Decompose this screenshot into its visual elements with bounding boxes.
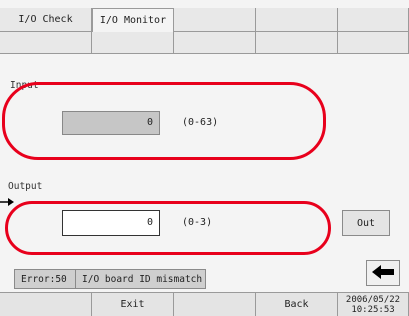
empty-tab-slot [174, 8, 256, 32]
tab-io-check-label: I/O Check [18, 14, 73, 25]
tab-io-monitor[interactable]: I/O Monitor [92, 8, 174, 32]
out-button[interactable]: Out [342, 210, 390, 236]
exit-button[interactable]: Exit [92, 292, 174, 316]
error-code-text: Error:50 [21, 273, 67, 285]
output-range-text: (0-3) [182, 217, 213, 228]
empty-tab-slot [256, 8, 338, 32]
output-section-label: Output [8, 181, 43, 192]
time-text: 10:25:53 [351, 304, 395, 315]
empty-grid-cell [338, 32, 409, 54]
tab-io-monitor-label: I/O Monitor [99, 15, 167, 26]
output-highlight-ellipse [5, 201, 331, 255]
input-highlight-ellipse [2, 82, 326, 160]
datetime-display: 2006/05/22 10:25:53 [338, 292, 409, 316]
output-value-input[interactable]: 0 [62, 210, 160, 236]
footer-empty-cell [174, 292, 256, 316]
input-value-display: 0 [62, 111, 160, 135]
input-section-label: Input [10, 80, 39, 91]
back-button[interactable]: Back [256, 292, 338, 316]
date-text: 2006/05/22 [345, 294, 401, 305]
empty-tab-slot [338, 8, 409, 32]
empty-grid-cell [92, 32, 174, 54]
left-arrow-icon [372, 264, 394, 282]
footer-empty-cell [0, 292, 92, 316]
error-message-box: I/O board ID mismatch [76, 269, 206, 289]
error-message-text: I/O board ID mismatch [82, 273, 203, 285]
back-arrow-button[interactable] [366, 260, 400, 286]
error-code-badge: Error:50 [14, 269, 76, 289]
tab-io-check[interactable]: I/O Check [0, 8, 92, 32]
empty-grid-cell [174, 32, 256, 54]
pointer-arrow [0, 196, 14, 208]
exit-button-label: Exit [120, 299, 145, 310]
out-button-label: Out [356, 217, 376, 229]
input-range-text: (0-63) [182, 117, 219, 128]
empty-grid-cell [256, 32, 338, 54]
back-button-label: Back [284, 299, 309, 310]
empty-grid-cell [0, 32, 92, 54]
